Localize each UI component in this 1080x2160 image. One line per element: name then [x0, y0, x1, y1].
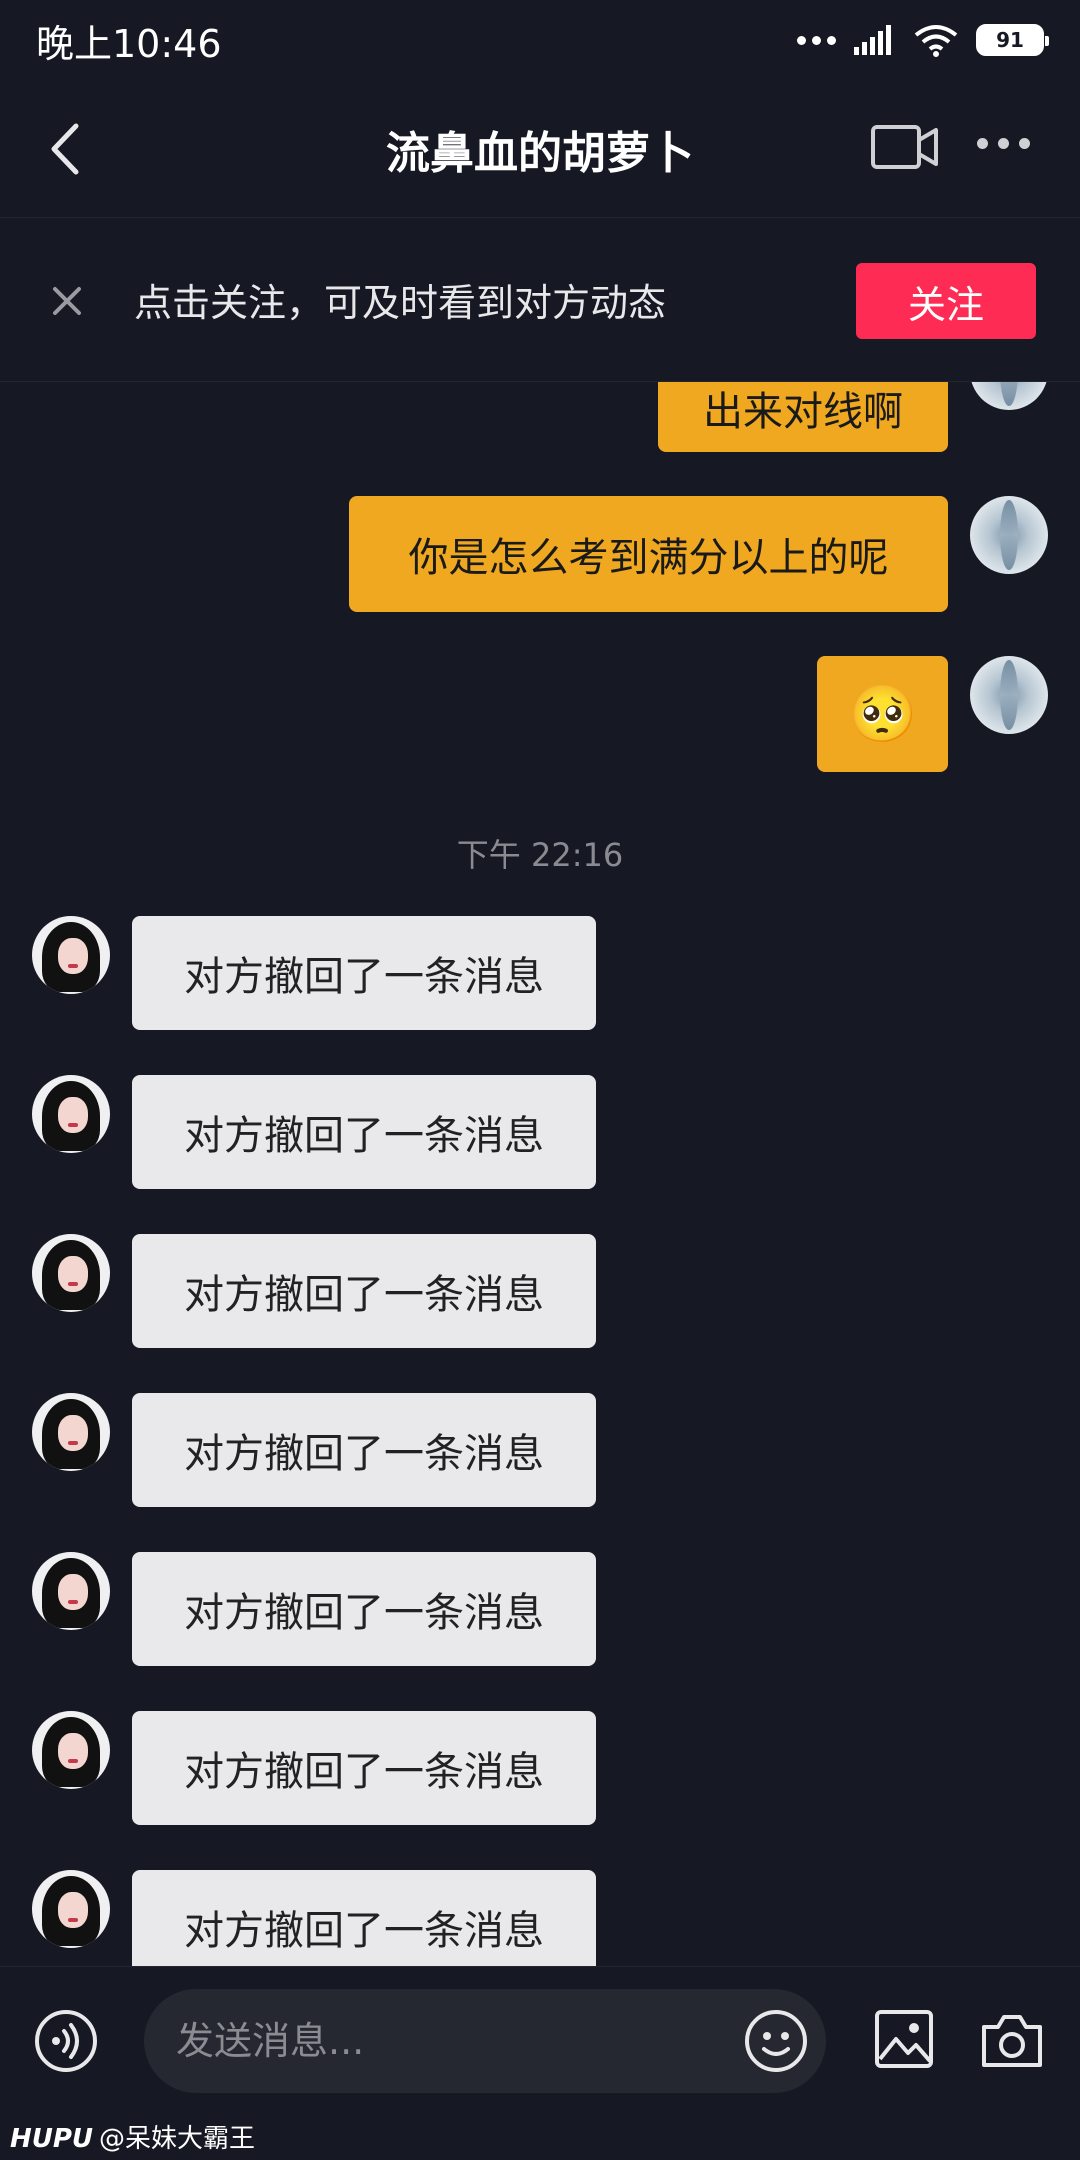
watermark-brand: HUPU — [10, 2124, 94, 2154]
message-timestamp: 下午 22:16 — [456, 836, 624, 874]
contact-avatar[interactable] — [32, 916, 110, 994]
recalled-message[interactable]: 对方撤回了一条消息 — [132, 1552, 596, 1666]
message-text: 出来对线啊 — [703, 389, 903, 435]
video-call-icon[interactable] — [870, 122, 940, 172]
watermark-user: @呆妹大霸王 — [99, 2124, 256, 2154]
pleading-face-emoji: 🥺 — [847, 682, 918, 747]
follow-banner: 点击关注，可及时看到对方动态 关注 — [0, 218, 1080, 382]
contact-avatar[interactable] — [32, 1393, 110, 1471]
message-list[interactable]: 出来对线啊 你是怎么考到满分以上的呢 🥺 下午 22:16 对方撤回了一条消息 … — [0, 382, 1080, 1966]
recalled-message[interactable]: 对方撤回了一条消息 — [132, 1234, 596, 1348]
chat-title: 流鼻血的胡萝卜 — [386, 127, 694, 179]
camera-icon[interactable] — [980, 2011, 1044, 2069]
contact-avatar[interactable] — [32, 1711, 110, 1789]
message-text: 对方撤回了一条消息 — [184, 1749, 544, 1795]
wifi-icon — [914, 25, 958, 57]
more-icon[interactable] — [977, 138, 1030, 149]
status-bar: 晚上10:46 91 — [0, 0, 1080, 80]
recalled-message[interactable]: 对方撤回了一条消息 — [132, 1711, 596, 1825]
recalled-message[interactable]: 对方撤回了一条消息 — [132, 916, 596, 1030]
contact-avatar[interactable] — [32, 1552, 110, 1630]
message-text: 你是怎么考到满分以上的呢 — [408, 535, 889, 581]
back-icon[interactable] — [44, 118, 88, 180]
notification-dots-icon — [797, 35, 836, 45]
emoji-icon[interactable] — [744, 2009, 808, 2073]
battery-indicator: 91 — [976, 24, 1049, 56]
recalled-message[interactable]: 对方撤回了一条消息 — [132, 1870, 596, 1966]
contact-avatar[interactable] — [32, 1075, 110, 1153]
status-icons: 91 — [797, 23, 1049, 57]
contact-avatar[interactable] — [32, 1870, 110, 1948]
contact-avatar[interactable] — [32, 1234, 110, 1312]
my-avatar[interactable] — [970, 496, 1048, 574]
message-text: 对方撤回了一条消息 — [184, 1431, 544, 1477]
watermark: HUPU @呆妹大霸王 — [10, 2118, 255, 2155]
my-avatar[interactable] — [970, 656, 1048, 734]
follow-button[interactable]: 关注 — [856, 263, 1036, 339]
follow-banner-text: 点击关注，可及时看到对方动态 — [134, 281, 667, 325]
recalled-message[interactable]: 对方撤回了一条消息 — [132, 1075, 596, 1189]
message-text: 对方撤回了一条消息 — [184, 1590, 544, 1636]
status-time: 晚上10:46 — [36, 21, 222, 66]
message-text: 对方撤回了一条消息 — [184, 954, 544, 1000]
sent-emoji-message[interactable]: 🥺 — [817, 656, 948, 772]
my-avatar[interactable] — [970, 382, 1048, 410]
signal-icon — [854, 25, 891, 55]
message-text: 对方撤回了一条消息 — [184, 1113, 544, 1159]
recalled-message[interactable]: 对方撤回了一条消息 — [132, 1393, 596, 1507]
image-icon[interactable] — [874, 2009, 934, 2069]
close-icon[interactable] — [50, 284, 84, 318]
sent-message[interactable]: 出来对线啊 — [658, 382, 948, 452]
message-text: 对方撤回了一条消息 — [184, 1908, 544, 1954]
message-input[interactable] — [144, 1989, 826, 2093]
voice-icon[interactable] — [34, 2009, 98, 2073]
sent-message[interactable]: 你是怎么考到满分以上的呢 — [349, 496, 948, 612]
message-text: 对方撤回了一条消息 — [184, 1272, 544, 1318]
chat-header: 流鼻血的胡萝卜 — [0, 80, 1080, 218]
